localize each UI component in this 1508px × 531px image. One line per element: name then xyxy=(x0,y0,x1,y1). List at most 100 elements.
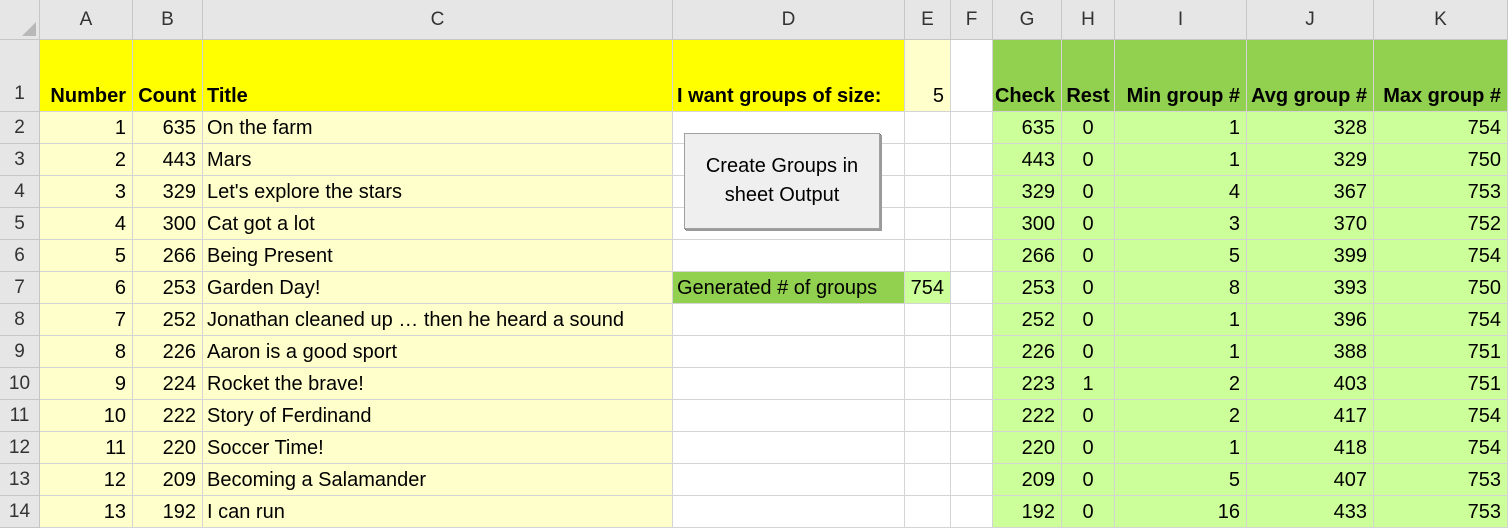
header-number[interactable]: Number xyxy=(40,40,133,112)
cell-number[interactable]: 13 xyxy=(40,496,133,528)
cell-min-group[interactable]: 1 xyxy=(1115,432,1247,464)
cell-avg-group[interactable]: 399 xyxy=(1247,240,1374,272)
cell-f[interactable] xyxy=(951,368,993,400)
cell-max-group[interactable]: 754 xyxy=(1374,400,1508,432)
cell-check[interactable]: 253 xyxy=(993,272,1062,304)
cell-f[interactable] xyxy=(951,336,993,368)
cell-avg-group[interactable]: 367 xyxy=(1247,176,1374,208)
header-title[interactable]: Title xyxy=(203,40,673,112)
cell-f[interactable] xyxy=(951,432,993,464)
cell-check[interactable]: 329 xyxy=(993,176,1062,208)
cell-count[interactable]: 300 xyxy=(133,208,203,240)
generated-groups-value[interactable]: 754 xyxy=(905,272,951,304)
column-header-h[interactable]: H xyxy=(1062,0,1115,40)
cell-number[interactable]: 10 xyxy=(40,400,133,432)
row-header-8[interactable]: 8 xyxy=(0,304,40,336)
cell-rest[interactable]: 0 xyxy=(1062,464,1115,496)
row-header-9[interactable]: 9 xyxy=(0,336,40,368)
cell-e[interactable] xyxy=(905,144,951,176)
cell-e[interactable] xyxy=(905,464,951,496)
cell-check[interactable]: 222 xyxy=(993,400,1062,432)
cell-rest[interactable]: 0 xyxy=(1062,400,1115,432)
cell-max-group[interactable]: 750 xyxy=(1374,144,1508,176)
cell-d[interactable] xyxy=(673,400,905,432)
row-header-12[interactable]: 12 xyxy=(0,432,40,464)
cell-title[interactable]: Becoming a Salamander xyxy=(203,464,673,496)
header-rest[interactable]: Rest xyxy=(1062,40,1115,112)
cell-max-group[interactable]: 754 xyxy=(1374,432,1508,464)
cell-avg-group[interactable]: 328 xyxy=(1247,112,1374,144)
cell-rest[interactable]: 0 xyxy=(1062,496,1115,528)
cell-min-group[interactable]: 4 xyxy=(1115,176,1247,208)
cell-max-group[interactable]: 752 xyxy=(1374,208,1508,240)
cell-number[interactable]: 1 xyxy=(40,112,133,144)
row-header-10[interactable]: 10 xyxy=(0,368,40,400)
cell-title[interactable]: Story of Ferdinand xyxy=(203,400,673,432)
cell-check[interactable]: 266 xyxy=(993,240,1062,272)
cell-f[interactable] xyxy=(951,112,993,144)
cell-e[interactable] xyxy=(905,240,951,272)
cell-title[interactable]: Soccer Time! xyxy=(203,432,673,464)
cell-avg-group[interactable]: 418 xyxy=(1247,432,1374,464)
cell-count[interactable]: 266 xyxy=(133,240,203,272)
cell-min-group[interactable]: 5 xyxy=(1115,464,1247,496)
cell-check[interactable]: 300 xyxy=(993,208,1062,240)
cell-check[interactable]: 252 xyxy=(993,304,1062,336)
cell-f[interactable] xyxy=(951,272,993,304)
row-header-11[interactable]: 11 xyxy=(0,400,40,432)
cell-count[interactable]: 252 xyxy=(133,304,203,336)
cell-number[interactable]: 9 xyxy=(40,368,133,400)
cell-title[interactable]: On the farm xyxy=(203,112,673,144)
cell-check[interactable]: 635 xyxy=(993,112,1062,144)
spreadsheet-grid[interactable]: A B C D E F G H I J K 1 2 3 4 5 6 7 8 9 10 11 12 13 14 Number Coun… xyxy=(0,0,1508,531)
row-header-6[interactable]: 6 xyxy=(0,240,40,272)
cell-rest[interactable]: 1 xyxy=(1062,368,1115,400)
cell-min-group[interactable]: 1 xyxy=(1115,112,1247,144)
cell-f[interactable] xyxy=(951,144,993,176)
group-size-label[interactable]: I want groups of size: xyxy=(673,40,905,112)
cell-f[interactable] xyxy=(951,496,993,528)
cell-title[interactable]: Garden Day! xyxy=(203,272,673,304)
cell-rest[interactable]: 0 xyxy=(1062,304,1115,336)
cell-avg-group[interactable]: 417 xyxy=(1247,400,1374,432)
column-header-f[interactable]: F xyxy=(951,0,993,40)
cell-f[interactable] xyxy=(951,208,993,240)
cell-avg-group[interactable]: 396 xyxy=(1247,304,1374,336)
cell-f[interactable] xyxy=(951,464,993,496)
cell-avg-group[interactable]: 370 xyxy=(1247,208,1374,240)
cell-check[interactable]: 209 xyxy=(993,464,1062,496)
cell-number[interactable]: 2 xyxy=(40,144,133,176)
column-header-e[interactable]: E xyxy=(905,0,951,40)
cell-title[interactable]: Cat got a lot xyxy=(203,208,673,240)
cell-check[interactable]: 220 xyxy=(993,432,1062,464)
row-header-14[interactable]: 14 xyxy=(0,496,40,528)
cell-count[interactable]: 253 xyxy=(133,272,203,304)
header-min-group[interactable]: Min group # xyxy=(1115,40,1247,112)
cell-title[interactable]: I can run xyxy=(203,496,673,528)
column-header-d[interactable]: D xyxy=(673,0,905,40)
cell-max-group[interactable]: 754 xyxy=(1374,112,1508,144)
cell-number[interactable]: 8 xyxy=(40,336,133,368)
cell-avg-group[interactable]: 329 xyxy=(1247,144,1374,176)
cell-min-group[interactable]: 2 xyxy=(1115,400,1247,432)
cell-max-group[interactable]: 753 xyxy=(1374,464,1508,496)
cell-count[interactable]: 635 xyxy=(133,112,203,144)
cell-min-group[interactable]: 5 xyxy=(1115,240,1247,272)
cell-check[interactable]: 192 xyxy=(993,496,1062,528)
cell-min-group[interactable]: 8 xyxy=(1115,272,1247,304)
cell-d[interactable] xyxy=(673,240,905,272)
cell-max-group[interactable]: 754 xyxy=(1374,240,1508,272)
cell-number[interactable]: 6 xyxy=(40,272,133,304)
cell-rest[interactable]: 0 xyxy=(1062,240,1115,272)
cell-rest[interactable]: 0 xyxy=(1062,336,1115,368)
cell-max-group[interactable]: 750 xyxy=(1374,272,1508,304)
cell-number[interactable]: 11 xyxy=(40,432,133,464)
cell-d[interactable] xyxy=(673,368,905,400)
cell-e[interactable] xyxy=(905,304,951,336)
row-header-3[interactable]: 3 xyxy=(0,144,40,176)
row-header-5[interactable]: 5 xyxy=(0,208,40,240)
create-groups-button[interactable]: Create Groups in sheet Output xyxy=(684,133,880,229)
cell-min-group[interactable]: 1 xyxy=(1115,144,1247,176)
select-all-corner[interactable] xyxy=(0,0,40,40)
cell-number[interactable]: 12 xyxy=(40,464,133,496)
